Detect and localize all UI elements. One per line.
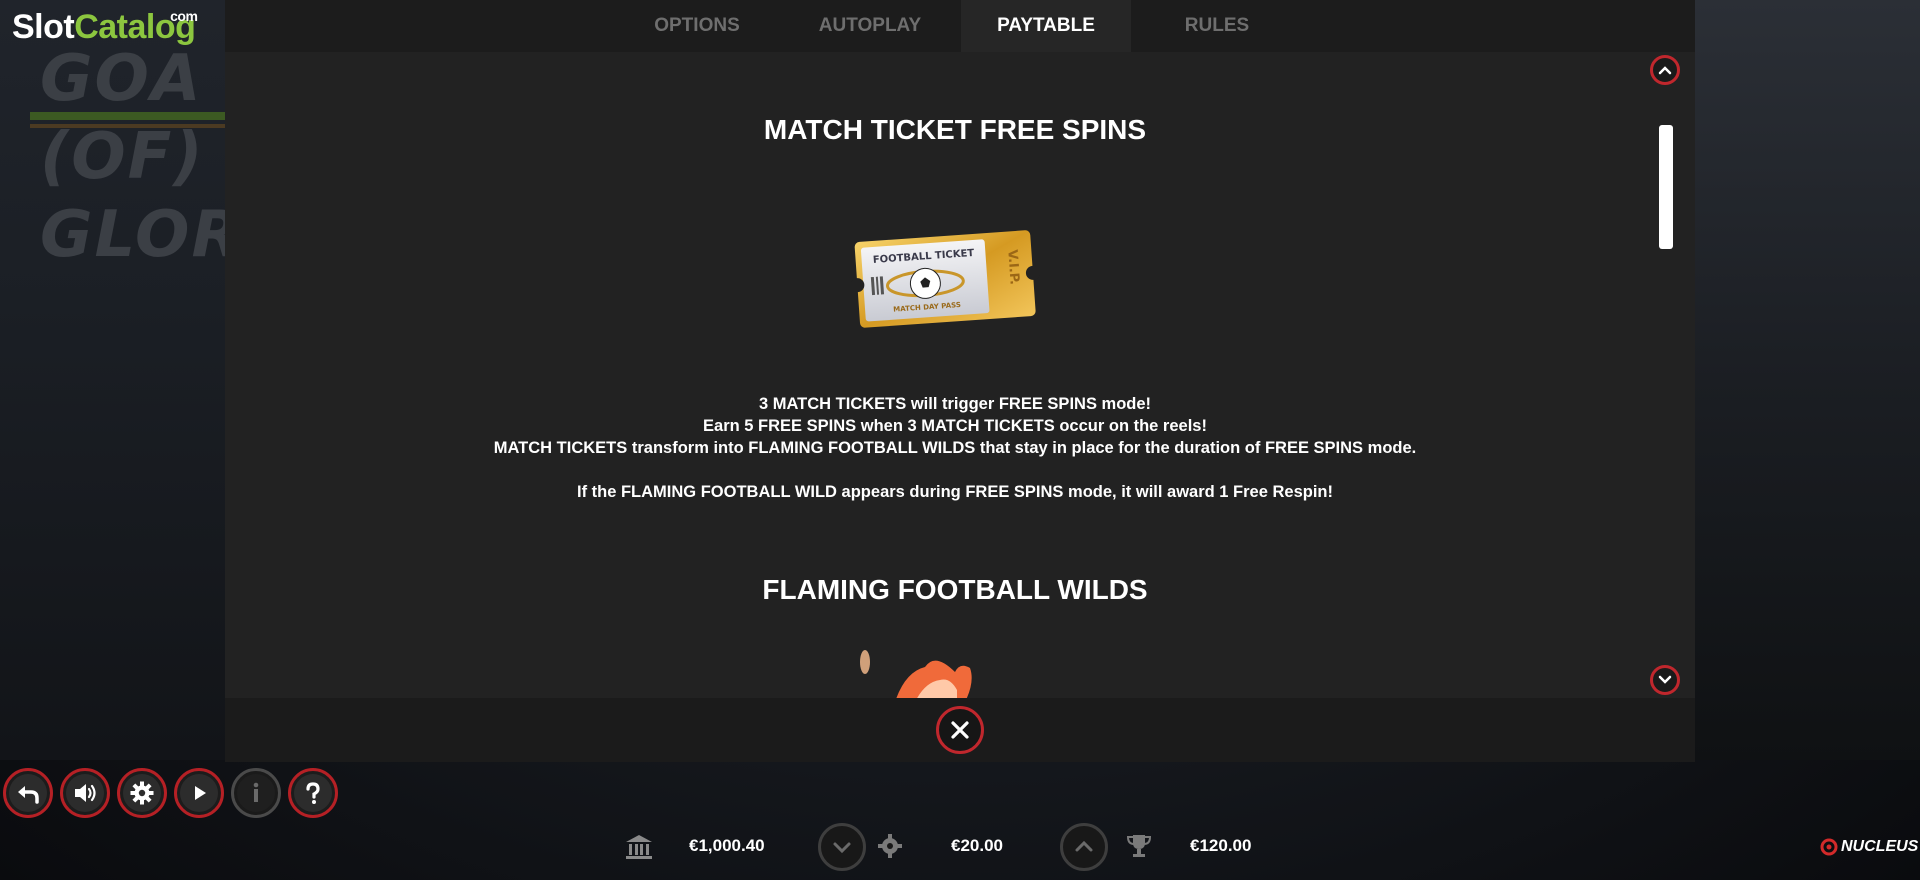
title-stripe-green xyxy=(30,112,225,120)
info-button[interactable] xyxy=(231,768,281,818)
nucleus-logo-icon xyxy=(1820,838,1838,856)
autoplay-button[interactable] xyxy=(174,768,224,818)
scroll-up-button[interactable] xyxy=(1650,55,1680,85)
desc-line-1: 3 MATCH TICKETS will trigger FREE SPINS … xyxy=(758,395,1152,413)
gear-icon xyxy=(130,781,154,805)
coins-gear-icon xyxy=(878,834,902,858)
stake-decrease-button[interactable] xyxy=(818,823,866,871)
background-right-art xyxy=(1695,0,1920,760)
sound-button[interactable] xyxy=(60,768,110,818)
desc-line-2: Earn 5 FREE SPINS when 3 MATCH TICKETS o… xyxy=(703,417,1207,435)
tab-paytable[interactable]: PAYTABLE xyxy=(961,0,1131,52)
win-value: €120.00 xyxy=(1190,836,1252,855)
logo-slot-text: Slot xyxy=(12,8,75,46)
desc-line-3: MATCH TICKETS transform into FLAMING FOO… xyxy=(493,439,1417,457)
nucleus-logo: NUCLEUS xyxy=(1820,838,1918,856)
play-icon xyxy=(195,786,206,800)
chevron-up-icon xyxy=(1658,66,1672,75)
paytable-modal: OPTIONS AUTOPLAY PAYTABLE RULES MATCH TI… xyxy=(225,0,1695,762)
section-title-match-ticket: MATCH TICKET FREE SPINS xyxy=(763,114,1147,145)
balance-value: €1,000.40 xyxy=(689,836,765,855)
chevron-down-icon xyxy=(1658,675,1672,684)
section-title-flaming-wilds: FLAMING FOOTBALL WILDS xyxy=(762,574,1148,605)
game-title-art: GOA (OF) GLOR xyxy=(40,42,225,260)
title-stripe-brown xyxy=(30,124,225,128)
speaker-icon xyxy=(75,784,96,802)
tab-autoplay[interactable]: AUTOPLAY xyxy=(785,0,955,52)
football-ticket-icon: FOOTBALL TICKET MATCH DAY PASS V.I.P. xyxy=(845,222,1045,332)
background-left-art: GOA (OF) GLOR xyxy=(0,0,225,760)
help-button[interactable] xyxy=(288,768,338,818)
tab-bar: OPTIONS AUTOPLAY PAYTABLE RULES xyxy=(225,0,1695,52)
tab-rules[interactable]: RULES xyxy=(1132,0,1302,52)
stake-increase-button[interactable] xyxy=(1060,823,1108,871)
flaming-football-wild-icon xyxy=(835,642,1075,698)
info-icon xyxy=(253,782,259,802)
close-button[interactable] xyxy=(936,706,984,754)
ticket-vip: V.I.P. xyxy=(1004,249,1021,285)
scrollbar-thumb[interactable] xyxy=(1659,125,1673,249)
scroll-down-button[interactable] xyxy=(1650,665,1680,695)
paytable-content: MATCH TICKET FREE SPINS FOOTBALL TICKET … xyxy=(235,52,1675,698)
back-arrow-icon xyxy=(18,786,39,804)
settings-button[interactable] xyxy=(117,768,167,818)
chevron-down-icon xyxy=(833,842,851,854)
question-icon xyxy=(306,782,320,804)
stake-value: €20.00 xyxy=(951,836,1003,855)
desc-respin-line: If the FLAMING FOOTBALL WILD appears dur… xyxy=(576,483,1334,501)
bank-icon xyxy=(626,835,652,859)
close-icon xyxy=(951,721,969,739)
trophy-icon xyxy=(1126,835,1152,857)
tab-options[interactable]: OPTIONS xyxy=(612,0,782,52)
logo-com-text: com xyxy=(170,8,198,24)
nucleus-brand-name: NUCLEUS xyxy=(1841,838,1919,855)
slotcatalog-logo: SlotCatalog com xyxy=(12,8,198,58)
chevron-up-icon xyxy=(1075,840,1093,852)
back-button[interactable] xyxy=(3,768,53,818)
